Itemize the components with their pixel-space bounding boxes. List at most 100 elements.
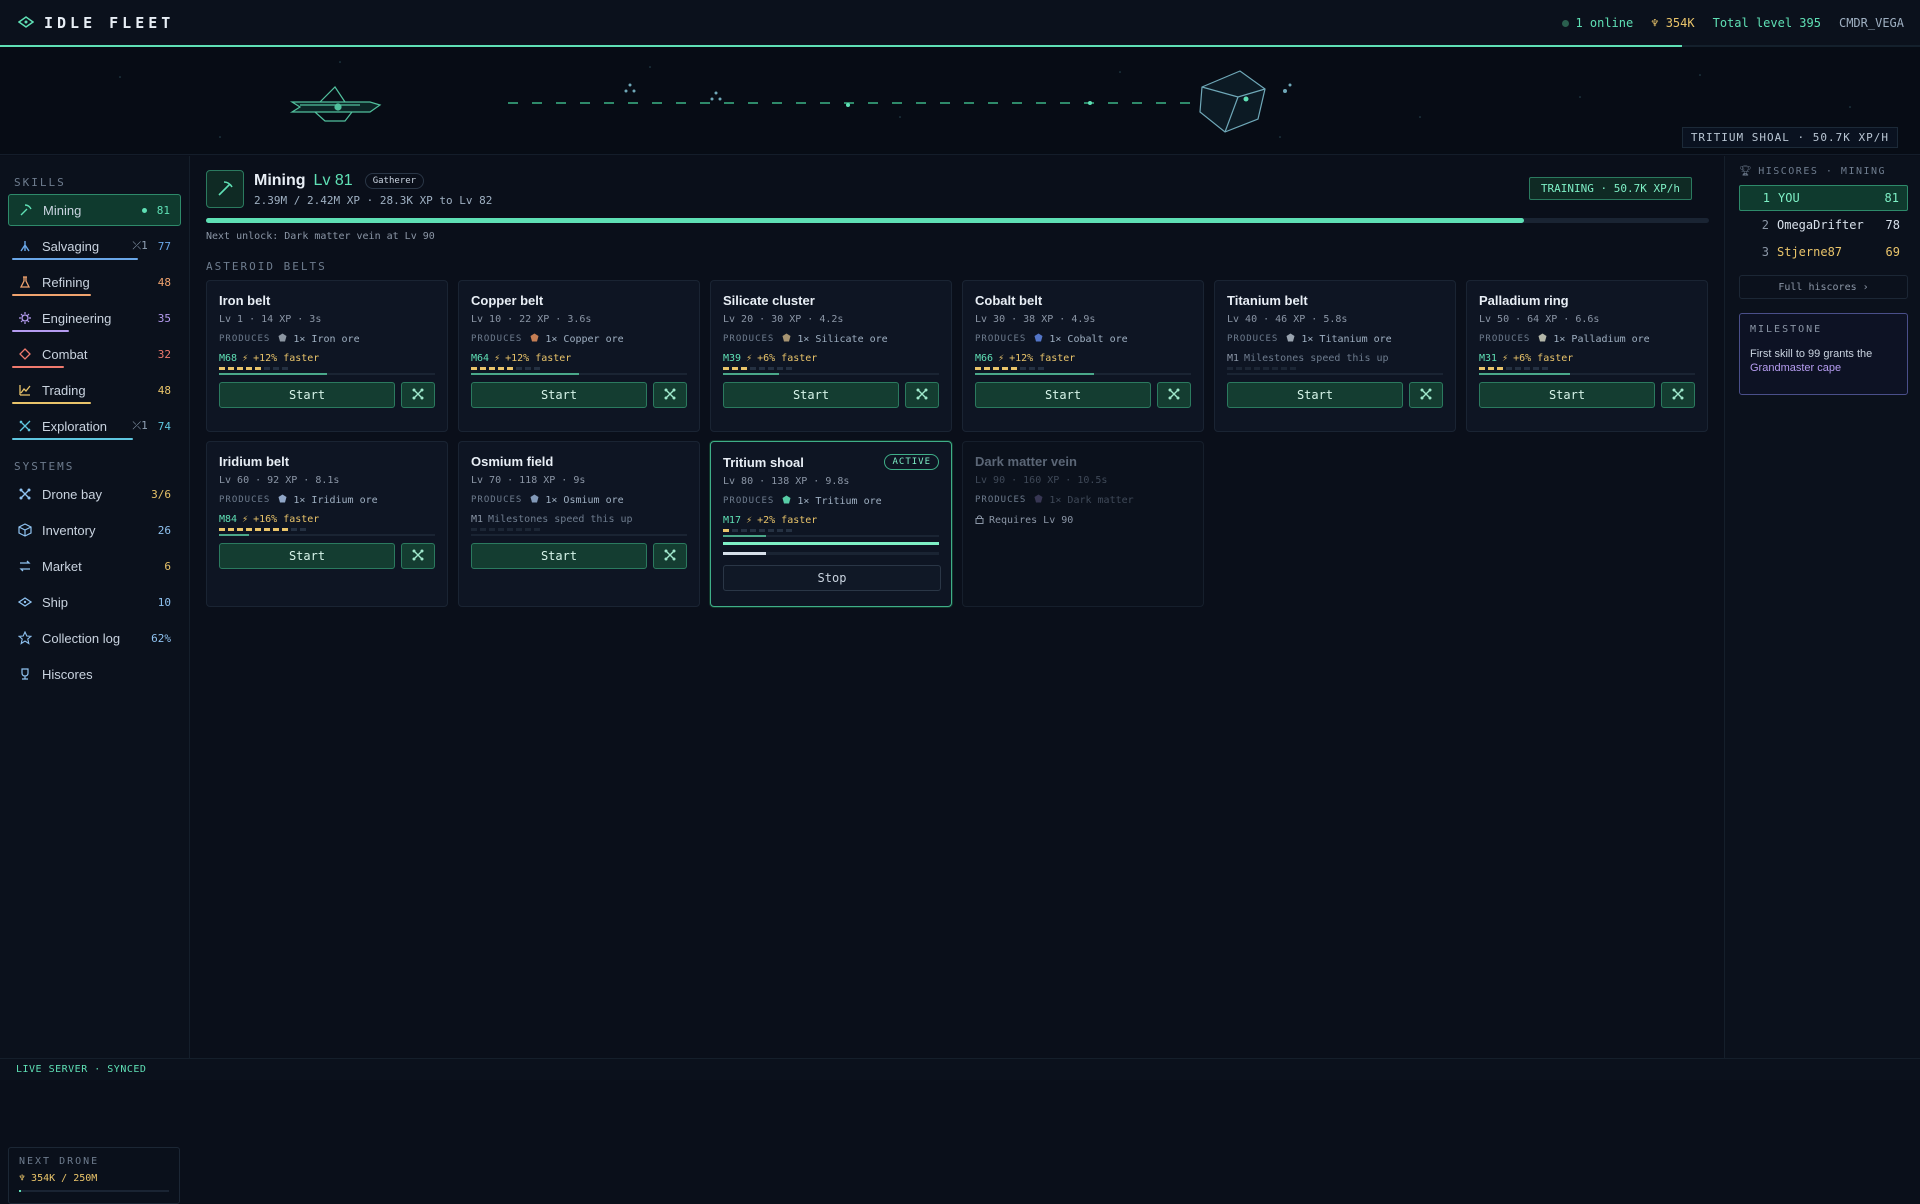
sidebar-item-label: Hiscores [42,666,93,682]
trophy-icon: 🏆︎ [1739,166,1754,177]
full-hiscores-button[interactable]: Full hiscores › [1739,275,1908,299]
sidebar-item-exploration[interactable]: Exploration ⤫1 74 [8,410,181,442]
belt-card-iridium-belt: Iridium belt Lv 60 · 92 XP · 8.1s PRODUCES… [206,441,448,607]
start-button[interactable]: Start [219,543,395,569]
sidebar-item-hiscores[interactable]: Hiscores [8,658,181,690]
start-button[interactable]: Start [975,382,1151,408]
milestone-line: M66 ⚡︎ +12% faster [975,353,1191,364]
assign-drone-button[interactable] [1661,382,1695,408]
belt-actions: Start [219,382,435,408]
hiscores-heading: HISCORES · MINING [1758,166,1887,177]
produces-item: 1× Cobalt ore [1049,333,1128,345]
next-drone-value: 354K / 250M [31,1173,98,1184]
milestone-dash [1029,367,1035,370]
ore-icon [782,495,791,507]
username[interactable]: CMDR_VEGA [1839,16,1904,30]
milestone-dash [282,367,288,370]
next-drone-heading: NEXT DRONE [19,1156,100,1167]
belt-progress [219,534,435,536]
sidebar-item-level: 81 [156,203,170,217]
sidebar-item-refining[interactable]: Refining 48 [8,266,181,298]
hiscore-rank: 1 [1762,191,1770,205]
section-label: ASTEROID BELTS [206,260,327,273]
belt-meta: Lv 60 · 92 XP · 8.1s [219,475,340,486]
ore-icon [278,333,287,345]
start-button[interactable]: Start [219,382,395,408]
milestone-dash [273,367,279,370]
sidebar-item-market[interactable]: Market 6 [8,550,181,582]
drone-icon [1671,387,1685,404]
belt-progress-fill [471,373,579,375]
sidebar-item-mining[interactable]: Mining 81 [8,194,181,226]
belt-title-row: Tritium shoal ACTIVE [723,454,939,470]
start-button[interactable]: Start [1227,382,1403,408]
sidebar-item-engineering[interactable]: Engineering 35 [8,302,181,334]
assign-drone-button[interactable] [653,382,687,408]
belt-meta: Lv 10 · 22 XP · 3.6s [471,314,592,325]
assign-drone-button[interactable] [401,382,435,408]
milestone-dash [516,367,522,370]
skill-pickaxe-icon [206,170,244,208]
assign-drone-button[interactable] [401,543,435,569]
milestone-code: M17 [723,515,742,526]
assign-drone-button[interactable] [905,382,939,408]
systems-heading: SYSTEMS [14,460,75,473]
assign-drone-button[interactable] [1409,382,1443,408]
mining-ship-icon [289,86,382,122]
milestone-dash [723,367,729,370]
milestone-text: First skill to 99 grants the Grandmaster… [1750,347,1897,375]
app-logo[interactable]: IDLE FLEET [17,14,174,32]
milestone-text: +6% faster [1513,353,1574,364]
drone-count-badge: ⤫1 [132,419,148,432]
training-badge[interactable]: TRAINING · 50.7K XP/h [1528,177,1692,200]
assign-drone-button[interactable] [653,543,687,569]
sidebar-item-collection-log[interactable]: Collection log 62% [8,622,181,654]
start-button[interactable]: Start [471,543,647,569]
hiscore-row[interactable]: 2 OmegaDrifter 78 [1739,212,1908,238]
assign-drone-button[interactable] [1157,382,1191,408]
mining-scene [119,61,1851,138]
milestone-dash [219,367,225,370]
milestone-dash [1542,367,1548,370]
exchange-icon [18,559,32,573]
bolt-icon: ⚡︎ [746,353,753,364]
belt-progress-fill [975,373,1094,375]
milestone-dash [741,367,747,370]
belt-actions: Start [723,382,939,408]
sidebar-item-inventory[interactable]: Inventory 26 [8,514,181,546]
sidebar-item-level: 74 [157,419,171,433]
belt-progress [471,534,687,536]
hiscore-row[interactable]: 3 Stjerne87 69 [1739,239,1908,265]
belt-progress [975,373,1191,375]
lock-icon [975,514,984,527]
start-button[interactable]: Start [1479,382,1655,408]
sidebar-item-ship[interactable]: Ship 10 [8,586,181,618]
sidebar-item-drone-bay[interactable]: Drone bay 3/6 [8,478,181,510]
milestone-dash [975,367,981,370]
skill-xp-line: 2.39M / 2.42M XP · 28.3K XP to Lv 82 [254,194,493,207]
sidebar-item-trading[interactable]: Trading 48 [8,374,181,406]
skill-title-badge: Gatherer [364,173,425,189]
hiscore-row[interactable]: 1 YOU 81 [1739,185,1908,211]
stop-button[interactable]: Stop [723,565,941,591]
sidebar-item-label: Market [42,558,82,574]
sidebar-item-label: Drone bay [42,486,102,502]
hiscores-panel: 🏆︎ HISCORES · MINING 1 YOU 81 2 OmegaDrifter 7… [1724,156,1920,1058]
next-drone-progress-fill [19,1190,21,1192]
action-progress-fill [723,542,939,545]
belt-progress [1479,373,1695,375]
sidebar-item-combat[interactable]: Combat 32 [8,338,181,370]
chart-icon [18,383,32,397]
milestone-dash [264,367,270,370]
milestone-dash [1002,367,1008,370]
ore-icon [1034,333,1043,345]
produces-label: PRODUCES [1227,334,1279,344]
belt-name: Cobalt belt [975,293,1043,308]
milestone-dash [237,367,243,370]
online-count: 1 online [1575,16,1634,30]
milestone-text: +2% faster [757,515,818,526]
start-button[interactable]: Start [471,382,647,408]
sidebar-item-salvaging[interactable]: Salvaging ⤫1 77 [8,230,181,262]
start-button[interactable]: Start [723,382,899,408]
hiscore-name: Stjerne87 [1777,245,1843,259]
